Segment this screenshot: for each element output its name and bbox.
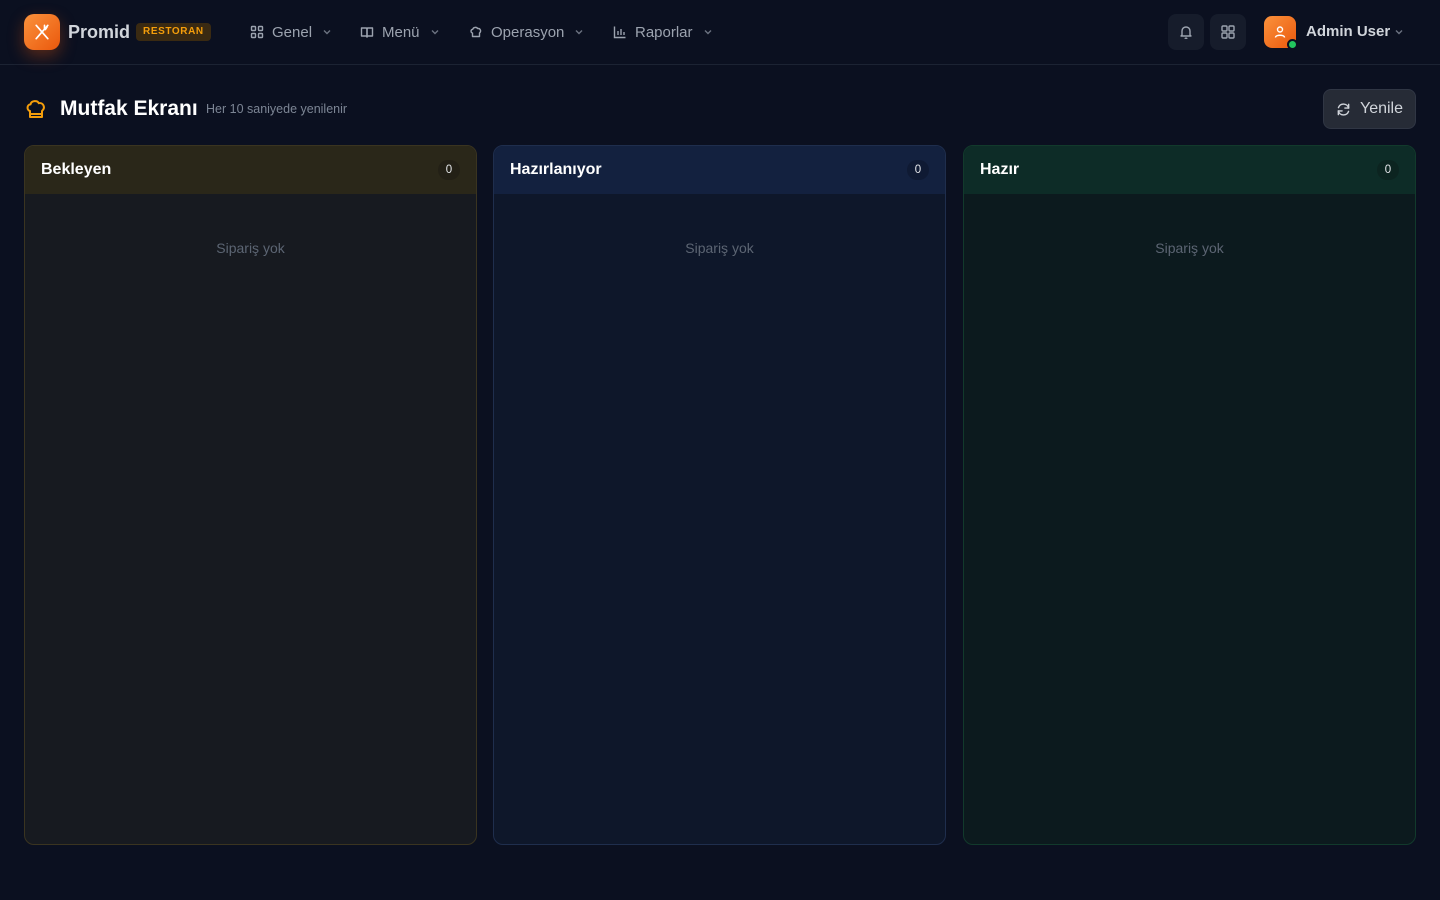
nav-label: Raporlar [635, 23, 693, 41]
order-count-badge: 0 [438, 160, 460, 180]
book-icon [360, 25, 374, 39]
nav-operasyon[interactable]: Operasyon [469, 20, 584, 44]
bar-chart-icon [613, 25, 627, 39]
brand-name: Promid [68, 22, 131, 42]
chef-hat-icon [469, 25, 483, 39]
column-title: Hazır [980, 161, 1020, 178]
column-pending: Bekleyen 0 Sipariş yok [24, 145, 477, 845]
empty-state: Sipariş yok [685, 240, 754, 256]
utensils-icon [35, 24, 49, 40]
chevron-down-icon [322, 27, 332, 37]
nav-label: Menü [382, 23, 420, 41]
top-navbar: Promid RESTORAN Genel Menü Operasyon Rap… [0, 0, 1440, 65]
apps-button[interactable] [1210, 14, 1246, 50]
column-title: Hazırlanıyor [510, 161, 602, 178]
refresh-icon [1336, 102, 1351, 117]
online-status-dot [1287, 39, 1298, 50]
column-header: Hazırlanıyor 0 [494, 146, 945, 194]
column-header: Hazır 0 [964, 146, 1415, 194]
nav-label: Genel [272, 23, 313, 41]
column-title: Bekleyen [41, 161, 112, 178]
grid-icon [250, 25, 264, 39]
nav-raporlar[interactable]: Raporlar [613, 20, 713, 44]
chef-hat-icon [24, 97, 48, 121]
page-subtitle: Her 10 saniyede yenilenir [206, 102, 348, 116]
column-ready: Hazır 0 Sipariş yok [963, 145, 1416, 845]
notifications-button[interactable] [1168, 14, 1204, 50]
user-icon [1274, 26, 1286, 38]
order-count-badge: 0 [1377, 160, 1399, 180]
nav-label: Operasyon [491, 23, 565, 41]
grid-icon [1221, 25, 1235, 39]
user-name[interactable]: Admin User [1306, 20, 1390, 44]
column-preparing: Hazırlanıyor 0 Sipariş yok [493, 145, 946, 845]
bell-icon [1180, 26, 1192, 39]
refresh-button[interactable]: Yenile [1323, 89, 1416, 129]
nav-genel[interactable]: Genel [250, 20, 332, 44]
order-count-badge: 0 [907, 160, 929, 180]
page-title: Mutfak Ekranı [60, 97, 198, 120]
nav-menu[interactable]: Menü [360, 20, 440, 44]
logo[interactable] [24, 14, 60, 50]
refresh-label: Yenile [1359, 100, 1403, 117]
chevron-down-icon [430, 27, 440, 37]
empty-state: Sipariş yok [216, 240, 285, 256]
empty-state: Sipariş yok [1155, 240, 1224, 256]
column-header: Bekleyen 0 [25, 146, 476, 194]
chevron-down-icon[interactable] [1394, 27, 1404, 37]
chevron-down-icon [703, 27, 713, 37]
brand-badge: RESTORAN [136, 23, 211, 41]
chevron-down-icon [574, 27, 584, 37]
